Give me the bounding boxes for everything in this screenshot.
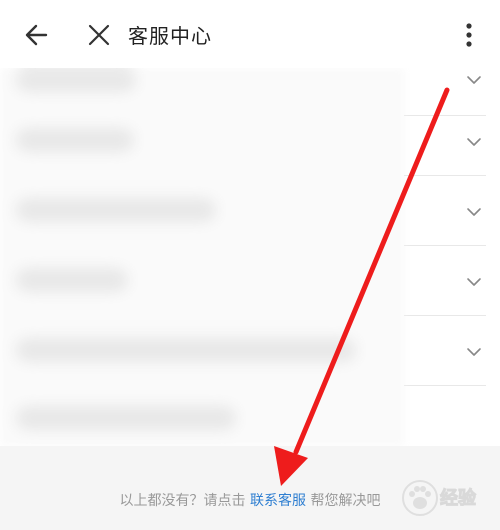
faq-item-label-blurred (16, 338, 356, 362)
chevron-down-icon (467, 138, 481, 146)
watermark: 经验 (400, 474, 500, 524)
chevron-down-icon (467, 348, 481, 356)
paw-logo-icon (402, 480, 438, 516)
contact-service-link[interactable]: 联系客服 (250, 493, 306, 509)
chevron-down-icon (467, 278, 481, 286)
arrow-left-icon (25, 24, 48, 46)
more-vertical-icon (466, 23, 472, 47)
faq-item-label-blurred (16, 406, 236, 430)
more-button[interactable] (454, 16, 484, 54)
top-bar: 客服中心 (0, 0, 500, 68)
faq-item[interactable] (0, 176, 500, 246)
faq-item[interactable] (0, 386, 500, 446)
faq-item[interactable] (0, 106, 500, 176)
watermark-text: 经验 (440, 488, 477, 510)
close-icon (88, 24, 110, 46)
customer-service-page: 客服中心 以上都没有？请点击 联系客服 帮您解决吧 经验 (0, 0, 500, 530)
footer-suffix: 帮您解决吧 (310, 493, 381, 509)
faq-list (0, 68, 500, 446)
faq-item-label-blurred (16, 198, 216, 222)
faq-item-label-blurred (16, 68, 136, 92)
faq-item-label-blurred (16, 268, 128, 292)
chevron-down-icon (467, 76, 481, 84)
faq-item-label-blurred (16, 128, 134, 152)
footer-prefix: 以上都没有？请点击 (119, 493, 246, 509)
faq-item[interactable] (0, 316, 500, 386)
back-button[interactable] (18, 16, 56, 54)
faq-item[interactable] (0, 246, 500, 316)
chevron-down-icon (467, 208, 481, 216)
close-button[interactable] (80, 16, 118, 54)
page-title: 客服中心 (128, 24, 212, 48)
